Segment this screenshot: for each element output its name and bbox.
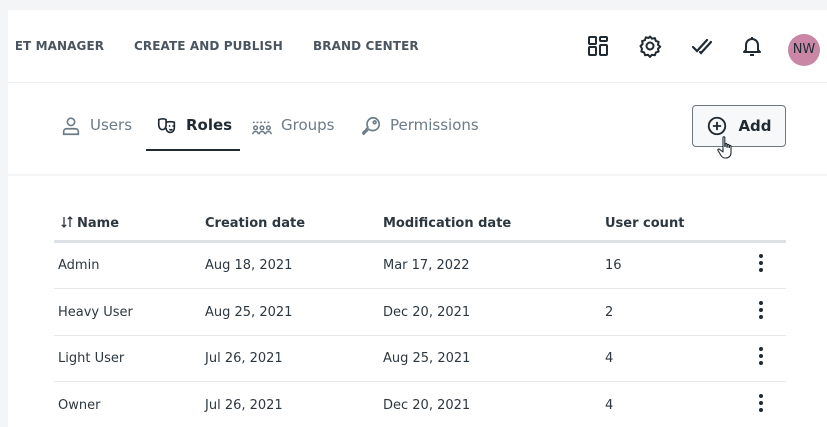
tab-groups[interactable]: Groups <box>251 116 334 152</box>
cell-modification-date: Mar 17, 2022 <box>383 258 470 273</box>
tab-roles[interactable]: Roles <box>145 116 241 152</box>
tab-permissions[interactable]: Permissions <box>360 116 479 152</box>
nav-clip: SET MANAGER <box>16 20 136 60</box>
cell-name: Light User <box>58 351 125 366</box>
table-row[interactable]: Light User Jul 26, 2021 Aug 25, 2021 4 <box>54 336 786 382</box>
table-row[interactable]: Heavy User Aug 25, 2021 Dec 20, 2021 2 <box>54 290 786 336</box>
tabs-panel: Users Roles Groups Permissions Add <box>8 82 827 174</box>
apps-icon[interactable] <box>586 34 610 58</box>
cell-creation-date: Jul 26, 2021 <box>205 398 283 413</box>
row-menu-icon[interactable] <box>754 392 768 416</box>
sort-arrows-icon[interactable] <box>60 216 74 228</box>
tab-groups-label: Groups <box>281 116 335 134</box>
key-icon <box>360 116 382 137</box>
bell-icon[interactable] <box>740 34 764 58</box>
row-menu-icon[interactable] <box>754 345 768 369</box>
column-header-creation-date[interactable]: Creation date <box>205 216 305 231</box>
add-button[interactable]: Add <box>692 105 786 147</box>
column-header-user-count[interactable]: User count <box>605 216 684 231</box>
tasks-check-icon[interactable] <box>690 34 714 58</box>
avatar[interactable]: NW <box>788 34 820 66</box>
column-header-name[interactable]: Name <box>60 216 119 231</box>
row-menu-icon[interactable] <box>754 252 768 276</box>
group-icon <box>251 116 273 137</box>
top-nav-bar: SET MANAGER CREATE AND PUBLISH BRAND CEN… <box>0 0 827 82</box>
nav-brand-center[interactable]: BRAND CENTER <box>313 39 419 53</box>
table-row[interactable]: Admin Aug 18, 2021 Mar 17, 2022 16 <box>54 243 786 289</box>
roles-table: Name Creation date Modification date Use… <box>8 176 827 427</box>
cell-user-count: 4 <box>605 398 614 413</box>
user-icon <box>60 116 82 137</box>
cell-user-count: 2 <box>605 305 614 320</box>
plus-circle-icon <box>706 115 728 137</box>
row-menu-icon[interactable] <box>754 299 768 323</box>
tab-roles-label: Roles <box>186 116 233 134</box>
cell-creation-date: Aug 25, 2021 <box>205 305 293 320</box>
cell-name: Heavy User <box>58 305 133 320</box>
masks-icon <box>156 116 178 137</box>
cell-creation-date: Jul 26, 2021 <box>205 351 283 366</box>
column-header-name-label: Name <box>77 216 120 231</box>
hand-cursor-icon <box>716 135 738 161</box>
cell-user-count: 16 <box>605 258 622 273</box>
cell-modification-date: Aug 25, 2021 <box>383 351 471 366</box>
cell-modification-date: Dec 20, 2021 <box>383 305 471 320</box>
cell-modification-date: Dec 20, 2021 <box>383 398 471 413</box>
cell-name: Owner <box>58 398 101 413</box>
nav-set-manager[interactable]: SET MANAGER <box>16 39 104 53</box>
column-header-modification-date[interactable]: Modification date <box>383 216 511 231</box>
tab-users[interactable]: Users <box>60 116 132 152</box>
add-button-label: Add <box>738 117 772 135</box>
cell-name: Admin <box>58 258 100 273</box>
gear-icon[interactable] <box>638 34 662 58</box>
nav-create-and-publish[interactable]: CREATE AND PUBLISH <box>134 39 283 53</box>
table-row[interactable]: Owner Jul 26, 2021 Dec 20, 2021 4 <box>54 383 786 427</box>
tab-users-label: Users <box>90 116 133 134</box>
cell-user-count: 4 <box>605 351 614 366</box>
tab-permissions-label: Permissions <box>390 116 479 134</box>
cell-creation-date: Aug 18, 2021 <box>205 258 293 273</box>
